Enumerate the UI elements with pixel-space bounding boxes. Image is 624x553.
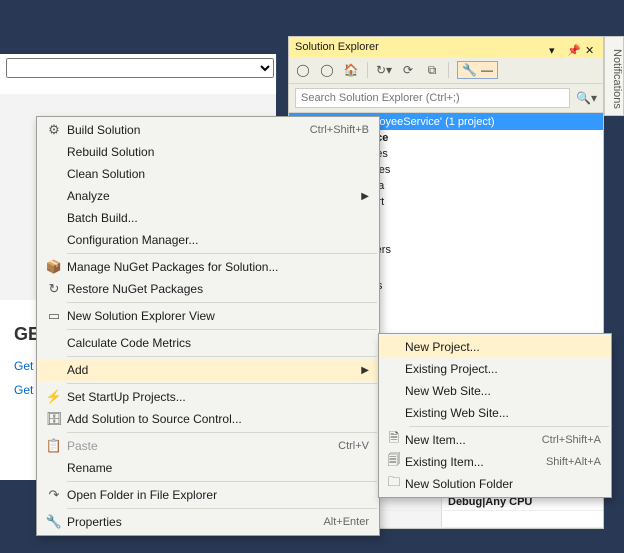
menu-item[interactable]: 📦 Manage NuGet Packages for Solution... [37, 256, 379, 278]
menu-item[interactable]: New Web Site... [379, 380, 611, 402]
search-icon[interactable]: 🔍▾ [576, 91, 597, 105]
existitem-icon: 🗐 [388, 451, 401, 473]
pin-icon[interactable]: 📌 [567, 41, 579, 53]
menu-item-shortcut: Ctrl+Shift+A [542, 434, 601, 446]
menu-item[interactable]: 🗐 Existing Item...Shift+Alt+A [379, 451, 611, 473]
menu-item-label: New Solution Explorer View [67, 309, 369, 323]
menu-item: 📋 PasteCtrl+V [37, 435, 379, 457]
menu-item-label: Add [67, 363, 355, 377]
menu-item[interactable]: ↷ Open Folder in File Explorer [37, 484, 379, 506]
menu-item-label: Analyze [67, 189, 355, 203]
menu-item[interactable]: ⚙ Build SolutionCtrl+Shift+B [37, 119, 379, 141]
menu-separator [67, 356, 377, 357]
menu-item[interactable]: Add ▶ [37, 359, 379, 381]
menu-item-label: Rename [67, 461, 369, 475]
menu-item-label: New Project... [405, 340, 601, 354]
menu-item[interactable]: ⚡ Set StartUp Projects... [37, 386, 379, 408]
folder-icon: ↷ [49, 487, 60, 503]
wrench-icon: 🔧 [462, 63, 477, 77]
menu-item-label: Existing Web Site... [405, 406, 601, 420]
menu-separator [67, 481, 377, 482]
menu-item-label: Manage NuGet Packages for Solution... [67, 260, 369, 274]
editor-nav-bar [0, 54, 277, 94]
menu-item[interactable]: 🔧 PropertiesAlt+Enter [37, 511, 379, 533]
menu-item-label: Batch Build... [67, 211, 369, 225]
notifications-tab[interactable]: Notifications [604, 36, 624, 116]
menu-item[interactable]: Existing Web Site... [379, 402, 611, 424]
menu-separator [409, 426, 609, 427]
menu-item-label: Open Folder in File Explorer [67, 488, 369, 502]
restore-icon: ↻ [49, 281, 60, 297]
add-submenu: New Project... Existing Project... New Web… [378, 333, 612, 498]
menu-separator [67, 383, 377, 384]
menu-item[interactable]: Clean Solution [37, 163, 379, 185]
menu-item-label: Add Solution to Source Control... [67, 412, 369, 426]
menu-separator [67, 508, 377, 509]
menu-item-label: Properties [67, 515, 323, 529]
menu-item[interactable]: Batch Build... [37, 207, 379, 229]
submenu-arrow-icon: ▶ [361, 191, 369, 202]
properties-toolbar-button[interactable]: 🔧 — [457, 61, 498, 79]
menu-separator [67, 432, 377, 433]
menu-item-label: Paste [67, 439, 338, 453]
props-icon: 🔧 [46, 514, 62, 530]
menu-item[interactable]: Rebuild Solution [37, 141, 379, 163]
refresh-icon[interactable]: ⟳ [400, 62, 416, 78]
forward-icon[interactable]: ◯ [319, 62, 335, 78]
menu-item-label: Set StartUp Projects... [67, 390, 369, 404]
menu-separator [67, 302, 377, 303]
solution-explorer-toolbar: ◯ ◯ 🏠 ↻▾ ⟳ ⧉ 🔧 — [289, 57, 603, 84]
back-icon[interactable]: ◯ [295, 62, 311, 78]
menu-item-label: New Web Site... [405, 384, 601, 398]
menu-item-label: Build Solution [67, 123, 310, 137]
menu-item-shortcut: Alt+Enter [323, 516, 369, 528]
menu-item-shortcut: Shift+Alt+A [546, 456, 601, 468]
menu-item[interactable]: Rename [37, 457, 379, 479]
window-icon: ▭ [48, 308, 60, 324]
menu-item-label: Rebuild Solution [67, 145, 369, 159]
nuget-icon: 📦 [46, 259, 62, 275]
solution-explorer-title: Solution Explorer [295, 37, 379, 57]
menu-item-label: Existing Project... [405, 362, 601, 376]
menu-item[interactable]: Calculate Code Metrics [37, 332, 379, 354]
sync-icon[interactable]: ↻▾ [376, 62, 392, 78]
menu-item-label: New Item... [405, 433, 542, 447]
collapse-icon[interactable]: ⧉ [424, 62, 440, 78]
context-menu: ⚙ Build SolutionCtrl+Shift+B Rebuild Solut… [36, 116, 380, 536]
menu-item[interactable]: Configuration Manager... [37, 229, 379, 251]
menu-item[interactable]: Analyze ▶ [37, 185, 379, 207]
startup-icon: ⚡ [46, 389, 62, 405]
menu-item[interactable]: 🗄 Add Solution to Source Control... [37, 408, 379, 430]
solfolder-icon: 🗀 [387, 473, 400, 495]
menu-separator [67, 253, 377, 254]
newitem-icon: 🗎 [389, 429, 399, 451]
menu-item-label: Calculate Code Metrics [67, 336, 369, 350]
menu-item[interactable]: Existing Project... [379, 358, 611, 380]
menu-item[interactable]: 🗎 New Item...Ctrl+Shift+A [379, 429, 611, 451]
build-icon: ⚙ [48, 122, 60, 138]
scc-icon: 🗄 [46, 411, 63, 427]
home-icon[interactable]: 🏠 [343, 62, 359, 78]
solution-explorer-search-input[interactable] [295, 88, 570, 108]
menu-item-label: Configuration Manager... [67, 233, 369, 247]
menu-item-shortcut: Ctrl+Shift+B [310, 124, 369, 136]
editor-nav-dropdown[interactable] [6, 58, 274, 78]
menu-item[interactable]: ↻ Restore NuGet Packages [37, 278, 379, 300]
menu-item-shortcut: Ctrl+V [338, 440, 369, 452]
close-icon[interactable]: ✕ [585, 41, 597, 53]
paste-icon: 📋 [46, 438, 62, 454]
menu-item[interactable]: ▭ New Solution Explorer View [37, 305, 379, 327]
menu-item[interactable]: New Project... [379, 336, 611, 358]
minus-icon: — [481, 63, 493, 77]
menu-separator [67, 329, 377, 330]
menu-item[interactable]: 🗀 New Solution Folder [379, 473, 611, 495]
dropdown-icon[interactable]: ▾ [549, 41, 561, 53]
menu-item-label: Restore NuGet Packages [67, 282, 369, 296]
submenu-arrow-icon: ▶ [361, 365, 369, 376]
property-value [442, 511, 603, 527]
menu-item-label: New Solution Folder [405, 477, 601, 491]
menu-item-label: Clean Solution [67, 167, 369, 181]
menu-item-label: Existing Item... [405, 455, 546, 469]
